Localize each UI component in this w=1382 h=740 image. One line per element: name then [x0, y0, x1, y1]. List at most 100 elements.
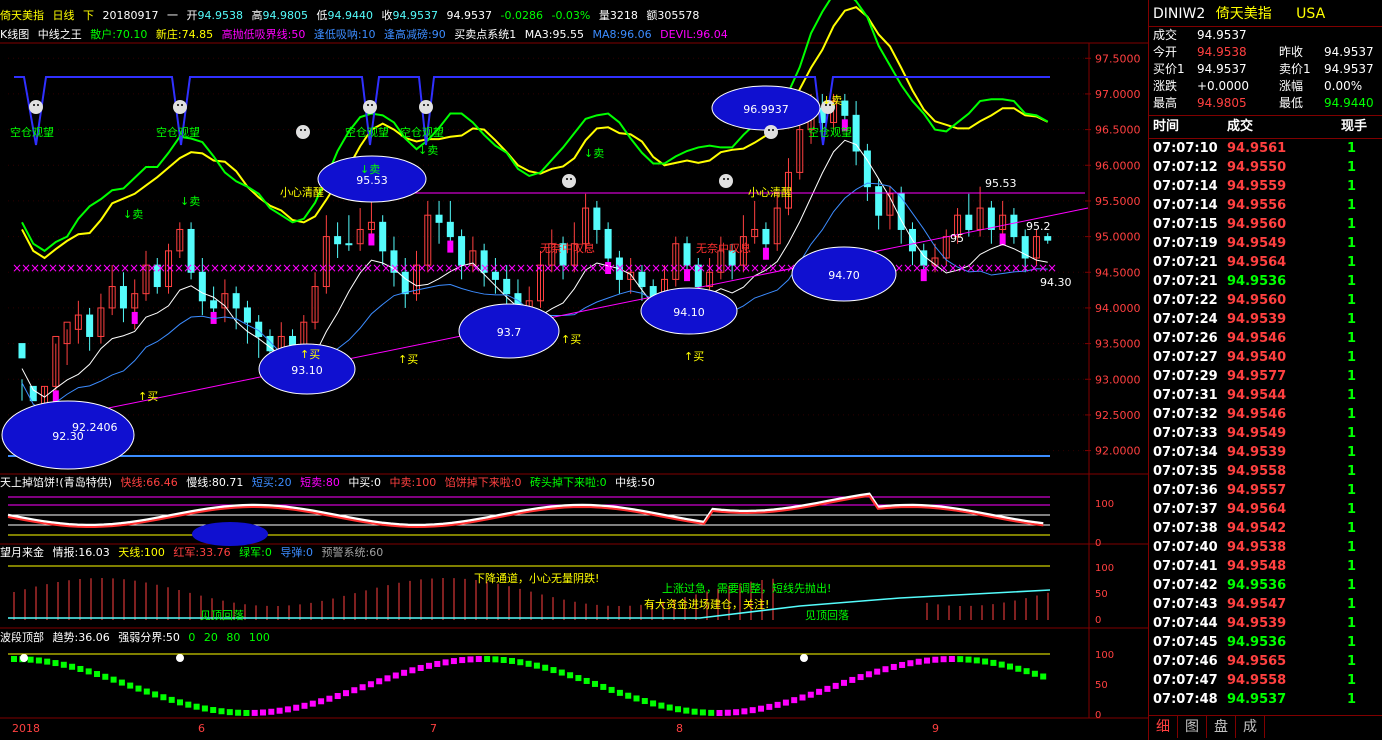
tick-row: 07:07:14 94.9556 1 — [1149, 196, 1382, 215]
price-axis-label: 94.0000 — [1095, 302, 1141, 315]
tick-hand: 1 — [1347, 483, 1357, 498]
p4-marker — [77, 665, 84, 672]
tick-time: 07:07:47 — [1153, 673, 1218, 688]
p4-marker — [973, 657, 980, 664]
tick-row: 07:07:26 94.9546 1 — [1149, 329, 1382, 348]
p4-marker — [650, 700, 657, 707]
p4-marker — [44, 658, 51, 665]
tick-price: 94.9556 — [1227, 198, 1287, 213]
tick-hand: 1 — [1347, 255, 1357, 270]
signal-bar — [368, 233, 375, 246]
tick-list[interactable]: 07:07:10 94.9561 1 07:07:12 94.9550 1 07:07:14… — [1149, 139, 1382, 709]
candle-body — [593, 207, 601, 230]
p4-marker — [193, 703, 200, 710]
price-axis-label: 95.0000 — [1095, 231, 1141, 244]
indicator-name[interactable]: 中线之王 — [38, 28, 82, 41]
chart-annotation: 空仓观望 — [400, 125, 444, 139]
candle-body — [29, 385, 37, 402]
p4-marker — [940, 656, 947, 663]
chart-annotation: ↓卖 — [180, 195, 200, 208]
smiley-eye — [181, 104, 183, 106]
price-label: 95.2 — [1026, 220, 1051, 233]
smiley-eye — [33, 104, 35, 106]
p4-marker — [500, 656, 507, 663]
tick-price: 94.9537 — [1227, 692, 1287, 707]
tick-price: 94.9559 — [1227, 179, 1287, 194]
q-last-label: 成交 — [1153, 28, 1178, 42]
p4-marker — [343, 690, 349, 697]
p3-item: 绿军:0 — [239, 546, 272, 559]
p4-marker — [641, 698, 648, 705]
smiley-eye — [300, 129, 302, 131]
tab-trades[interactable]: 成 — [1236, 716, 1265, 738]
p4-marker — [683, 707, 690, 714]
main-chart-svg[interactable]: 97.5000 97.0000 96.5000 96.0000 95.5000 95.00… — [0, 0, 1148, 740]
p4-marker — [824, 685, 831, 692]
p4-marker — [990, 659, 997, 666]
p4-item: 趋势:36.06 — [52, 631, 110, 644]
smiley-eye — [423, 104, 425, 106]
smiley-icon — [419, 100, 433, 114]
q-high: 94.9805 — [1197, 96, 1247, 110]
chart-annotation: ↓卖 — [360, 163, 380, 176]
tick-row: 07:07:36 94.9557 1 — [1149, 481, 1382, 500]
p4-marker — [666, 704, 673, 711]
smiley-icon — [764, 125, 778, 139]
ellipse-label: 96.9937 — [743, 103, 789, 116]
price-axis-label: 93.0000 — [1095, 373, 1141, 386]
q-ask-label: 卖价1 — [1279, 62, 1311, 76]
p4-marker — [409, 667, 416, 674]
trend-line — [39, 207, 1089, 423]
tick-hand: 1 — [1347, 179, 1357, 194]
x-axis-label: 8 — [676, 722, 683, 735]
p4-top-dot — [800, 654, 808, 662]
tick-price: 94.9536 — [1227, 635, 1287, 650]
price-axis-label: 92.5000 — [1095, 409, 1141, 422]
smiley-eye — [177, 104, 179, 106]
tick-price: 94.9546 — [1227, 331, 1287, 346]
tick-hand: 1 — [1347, 654, 1357, 669]
p3-axis: 0 — [1095, 615, 1101, 626]
tab-chart[interactable]: 图 — [1178, 716, 1207, 738]
p2-item: 快线:66.46 — [120, 476, 178, 489]
tick-row: 07:07:27 94.9540 1 — [1149, 348, 1382, 367]
ellipse-label: 94.70 — [828, 269, 860, 282]
tick-hand: 1 — [1347, 407, 1357, 422]
chart-annotation: 空仓观望 — [10, 125, 54, 139]
tick-price: 94.9539 — [1227, 616, 1287, 631]
p4-title[interactable]: 波段顶部 — [0, 631, 44, 644]
price-axis-label: 96.5000 — [1095, 124, 1141, 137]
tick-hand: 1 — [1347, 350, 1357, 365]
candle-body — [987, 207, 995, 230]
tick-hand: 1 — [1347, 388, 1357, 403]
p4-marker — [160, 694, 167, 701]
p2-item: 中卖:100 — [389, 476, 437, 489]
smiley-icon — [29, 100, 43, 114]
tick-hand: 1 — [1347, 236, 1357, 251]
chart-area[interactable]: 97.5000 97.0000 96.5000 96.0000 95.5000 95.00… — [0, 0, 1148, 740]
tab-detail[interactable]: 细 — [1149, 716, 1178, 738]
tick-row: 07:07:42 94.9536 1 — [1149, 576, 1382, 595]
x-axis-label: 2018 — [12, 722, 40, 735]
p2-title[interactable]: 天上掉馅饼!(青岛特供) — [0, 476, 112, 489]
p4-marker — [774, 701, 781, 708]
tick-time: 07:07:45 — [1153, 635, 1218, 650]
p3-item: 预警系统:60 — [321, 546, 384, 559]
p4-marker — [118, 679, 125, 686]
p3-title[interactable]: 望月来金 — [0, 546, 44, 559]
ind-item: 散户:70.10 — [90, 28, 148, 41]
p3-item: 天线:100 — [118, 546, 165, 559]
tab-book[interactable]: 盘 — [1207, 716, 1236, 738]
p4-marker — [1023, 668, 1030, 675]
chart-annotation: ↓卖 — [822, 94, 842, 107]
candle-body — [379, 221, 387, 252]
q-open: 94.9538 — [1197, 45, 1247, 59]
q-chgpct: 0.00% — [1324, 79, 1363, 93]
change-pct: -0.03% — [551, 9, 591, 22]
p3-note: 见顶回落 — [200, 609, 244, 622]
tick-row: 07:07:37 94.9564 1 — [1149, 500, 1382, 519]
p3-line — [8, 589, 1051, 619]
indicator-line-main: K线图 中线之王 散户:70.10 新庄:74.85 高抛低吸界线:50 逢低吸… — [0, 27, 733, 43]
tick-price: 94.9558 — [1227, 673, 1287, 688]
period[interactable]: 日线 — [53, 9, 75, 22]
